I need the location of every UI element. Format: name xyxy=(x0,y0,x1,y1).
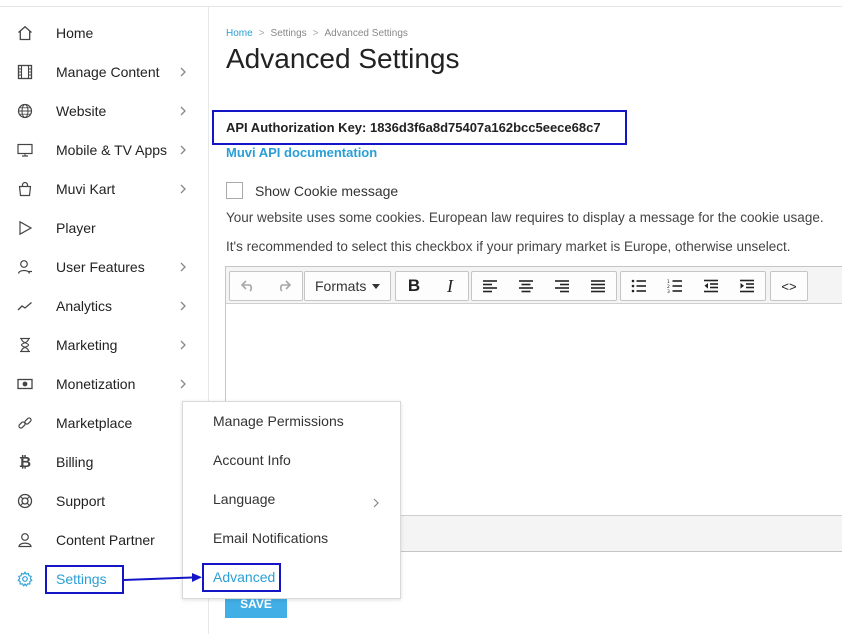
sidebar-item-user-features[interactable]: User Features xyxy=(0,247,208,286)
sidebar-item-home[interactable]: Home xyxy=(0,13,208,52)
api-key-highlight-box xyxy=(212,110,627,145)
chevron-right-icon xyxy=(178,104,190,118)
sidebar-item-label: Website xyxy=(56,102,107,119)
annotation-arrow-icon xyxy=(123,573,202,582)
bullet-list-icon[interactable] xyxy=(621,272,657,300)
breadcrumb-current: Advanced Settings xyxy=(324,28,408,39)
chevron-right-icon xyxy=(178,260,190,274)
sidebar-item-label: User Features xyxy=(56,258,145,275)
formats-dropdown[interactable]: Formats xyxy=(305,272,390,300)
sidebar-item-label: Mobile & TV Apps xyxy=(56,141,168,158)
sidebar-item-muvi-kart[interactable]: Muvi Kart xyxy=(0,169,208,208)
sidebar-item-content-partner[interactable]: Content Partner xyxy=(0,520,208,559)
numbered-list-icon[interactable]: 123 xyxy=(657,272,693,300)
outdent-icon[interactable] xyxy=(693,272,729,300)
bold-button[interactable]: B xyxy=(396,272,432,300)
undo-icon[interactable] xyxy=(230,272,266,300)
sidebar-item-label: Manage Content xyxy=(56,63,160,80)
italic-button[interactable]: I xyxy=(432,272,468,300)
history-group xyxy=(229,271,303,301)
breadcrumb-separator: > xyxy=(312,28,319,39)
sidebar-item-website[interactable]: Website xyxy=(0,91,208,130)
bitcoin-icon: ₿ xyxy=(18,453,32,471)
film-icon xyxy=(16,63,34,81)
editor-toolbar: Formats B I 1 2 3 <> xyxy=(226,267,842,304)
chevron-right-icon xyxy=(178,182,190,196)
align-group xyxy=(471,271,617,301)
link-icon xyxy=(16,414,34,432)
sidebar: Home Manage Content Website Mobile & TV … xyxy=(0,7,209,634)
sidebar-item-label: Billing xyxy=(56,453,94,470)
breadcrumb-home-link[interactable]: Home xyxy=(226,28,253,39)
sidebar-item-label: Player xyxy=(56,219,96,236)
breadcrumb-separator: > xyxy=(258,28,265,39)
sidebar-item-label: Analytics xyxy=(56,297,113,314)
align-left-icon[interactable] xyxy=(472,272,508,300)
cookie-recommendation: It's recommended to select this checkbox… xyxy=(226,239,791,254)
sidebar-item-monetization[interactable]: Monetization xyxy=(0,364,208,403)
list-group: 123 xyxy=(620,271,766,301)
sidebar-item-mobile-tv-apps[interactable]: Mobile & TV Apps xyxy=(0,130,208,169)
monitor-icon xyxy=(16,141,34,159)
money-icon xyxy=(16,375,34,393)
svg-text:3: 3 xyxy=(667,289,670,293)
cookie-description: Your website uses some cookies. European… xyxy=(226,210,824,225)
sidebar-item-billing[interactable]: ₿ Billing xyxy=(0,442,208,481)
partner-icon xyxy=(16,531,34,549)
lifebuoy-icon xyxy=(16,492,34,510)
align-right-icon[interactable] xyxy=(544,272,580,300)
submenu-item-manage-permissions[interactable]: Manage Permissions xyxy=(213,413,344,429)
trend-icon xyxy=(16,297,34,315)
sidebar-item-label: Marketplace xyxy=(56,414,133,431)
breadcrumb: Home > Settings > Advanced Settings xyxy=(226,28,408,39)
chevron-right-icon xyxy=(178,377,190,391)
sidebar-item-marketing[interactable]: Marketing xyxy=(0,325,208,364)
sidebar-item-player[interactable]: Player xyxy=(0,208,208,247)
chevron-right-icon xyxy=(178,143,190,157)
globe-icon xyxy=(16,102,34,120)
indent-icon[interactable] xyxy=(729,272,765,300)
formats-label: Formats xyxy=(315,278,367,294)
align-center-icon[interactable] xyxy=(508,272,544,300)
submenu-item-email-notifications[interactable]: Email Notifications xyxy=(213,530,328,546)
home-icon xyxy=(16,24,34,42)
sidebar-item-support[interactable]: Support xyxy=(0,481,208,520)
chevron-right-icon xyxy=(178,65,190,79)
caret-down-icon xyxy=(372,283,381,289)
chevron-right-icon xyxy=(371,496,381,508)
breadcrumb-settings[interactable]: Settings xyxy=(271,28,307,39)
advanced-highlight-box xyxy=(202,563,281,592)
settings-highlight-box xyxy=(45,565,124,594)
submenu-item-account-info[interactable]: Account Info xyxy=(213,452,291,468)
sidebar-item-label: Monetization xyxy=(56,375,136,392)
redo-icon[interactable] xyxy=(266,272,302,300)
user-icon xyxy=(16,258,34,276)
code-group: <> xyxy=(770,271,808,301)
formats-group: Formats xyxy=(304,271,392,301)
sidebar-item-label: Home xyxy=(56,24,94,41)
hourglass-icon xyxy=(16,336,34,354)
api-documentation-link[interactable]: Muvi API documentation xyxy=(226,145,377,160)
shopping-bag-icon xyxy=(16,180,34,198)
sidebar-item-marketplace[interactable]: Marketplace xyxy=(0,403,208,442)
chevron-right-icon xyxy=(178,299,190,313)
page-title: Advanced Settings xyxy=(226,43,460,74)
play-icon xyxy=(16,219,34,237)
source-code-button[interactable]: <> xyxy=(771,272,807,300)
align-justify-icon[interactable] xyxy=(580,272,616,300)
sidebar-item-label: Marketing xyxy=(56,336,118,353)
gear-icon xyxy=(16,570,34,588)
sidebar-item-analytics[interactable]: Analytics xyxy=(0,286,208,325)
sidebar-item-label: Muvi Kart xyxy=(56,180,116,197)
submenu-item-language[interactable]: Language xyxy=(213,491,275,507)
show-cookie-checkbox[interactable] xyxy=(226,182,243,199)
sidebar-item-label: Content Partner xyxy=(56,531,155,548)
show-cookie-label: Show Cookie message xyxy=(255,183,399,199)
sidebar-item-manage-content[interactable]: Manage Content xyxy=(0,52,208,91)
sidebar-item-label: Support xyxy=(56,492,106,509)
chevron-right-icon xyxy=(178,338,190,352)
style-group: B I xyxy=(395,271,469,301)
